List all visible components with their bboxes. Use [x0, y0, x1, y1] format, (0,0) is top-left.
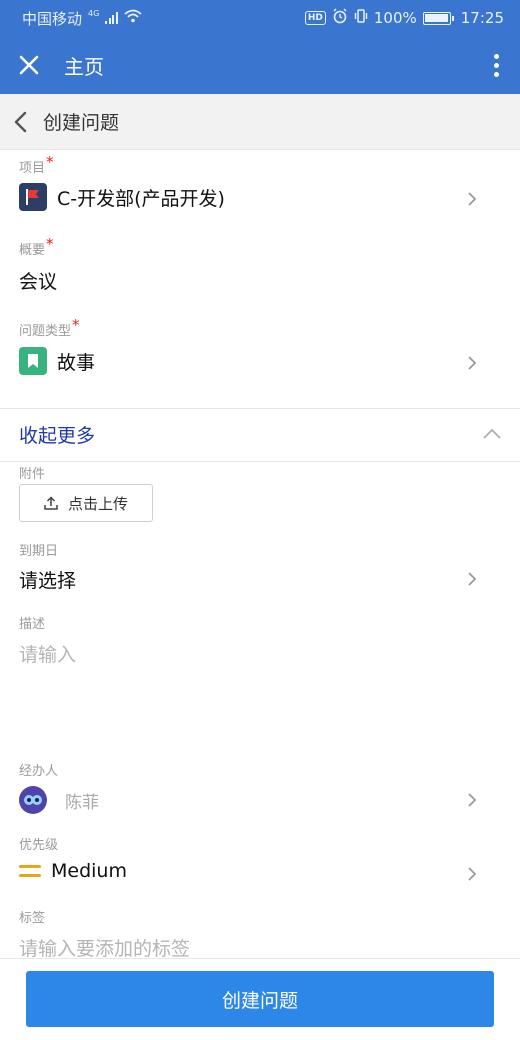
due-date-field[interactable]: 请选择 — [19, 566, 76, 593]
required-mark: * — [72, 316, 80, 334]
description-input[interactable]: 请输入 — [19, 640, 499, 750]
priority-medium-icon — [19, 863, 41, 879]
create-issue-button[interactable]: 创建问题 — [26, 971, 494, 1027]
issue-type-label: 问题类型* — [19, 316, 80, 339]
summary-field[interactable]: 会议 — [19, 267, 57, 294]
project-label: 项目* — [19, 153, 54, 176]
chevron-left-icon[interactable] — [0, 94, 40, 150]
description-label: 描述 — [19, 617, 46, 632]
more-vertical-icon[interactable] — [472, 36, 520, 94]
battery-percent: 100% — [373, 9, 417, 27]
assignee-value: 陈菲 — [65, 792, 99, 813]
project-value: C-开发部(产品开发) — [57, 187, 225, 210]
chevron-right-icon — [468, 356, 477, 370]
chevron-right-icon — [468, 867, 477, 881]
due-date-label: 到期日 — [19, 544, 59, 559]
avatar-icon — [19, 786, 47, 814]
required-mark: * — [46, 235, 54, 253]
issue-form: 项目* C-开发部(产品开发) 概要* 会议 问题类型* 故事 收起更多 附件 … — [0, 150, 520, 958]
issue-type-value: 故事 — [57, 351, 96, 374]
collapse-more-toggle[interactable]: 收起更多 — [19, 421, 95, 448]
attachment-label: 附件 — [19, 467, 46, 482]
network-type: 4G — [88, 8, 100, 18]
wifi-icon — [124, 9, 142, 27]
carrier-name: 中国移动 — [22, 9, 83, 28]
summary-value: 会议 — [19, 271, 58, 293]
signal-icon — [105, 12, 118, 24]
status-bar: 中国移动 4G HD 100% 17:25 — [0, 0, 520, 36]
upload-button[interactable]: 点击上传 — [19, 484, 153, 522]
assignee-field[interactable]: 陈菲 — [19, 786, 99, 814]
bookmark-icon — [19, 347, 47, 375]
assignee-label: 经办人 — [19, 764, 59, 779]
battery-icon — [422, 11, 454, 25]
priority-label: 优先级 — [19, 838, 59, 853]
divider — [0, 461, 520, 462]
due-date-value: 请选择 — [19, 570, 77, 592]
divider — [0, 408, 520, 409]
upload-icon — [44, 496, 58, 510]
hd-badge: HD — [304, 11, 326, 25]
priority-value: Medium — [51, 860, 127, 882]
project-field[interactable]: C-开发部(产品开发) — [19, 183, 225, 211]
close-icon[interactable] — [0, 36, 58, 94]
chevron-right-icon — [468, 793, 477, 807]
chevron-right-icon — [468, 572, 477, 586]
footer-bar: 创建问题 — [0, 958, 520, 1040]
issue-type-field[interactable]: 故事 — [19, 347, 95, 375]
flag-icon — [19, 183, 47, 211]
page-title: 创建问题 — [43, 112, 120, 134]
upload-button-label: 点击上传 — [67, 494, 128, 513]
summary-label: 概要* — [19, 235, 54, 258]
labels-label: 标签 — [19, 911, 46, 926]
chevron-up-icon[interactable] — [482, 426, 502, 440]
app-bar: 主页 — [0, 36, 520, 94]
labels-input[interactable]: 请输入要添加的标签 — [19, 934, 190, 958]
page-header: 创建问题 — [0, 94, 520, 150]
app-title: 主页 — [64, 54, 104, 79]
clock-time: 17:25 — [460, 9, 504, 27]
labels-placeholder: 请输入要添加的标签 — [19, 938, 191, 958]
vibrate-icon — [354, 8, 368, 28]
required-mark: * — [46, 153, 54, 171]
chevron-right-icon — [468, 192, 477, 206]
alarm-icon — [332, 8, 348, 28]
description-placeholder: 请输入 — [19, 644, 77, 666]
priority-field[interactable]: Medium — [19, 860, 127, 882]
